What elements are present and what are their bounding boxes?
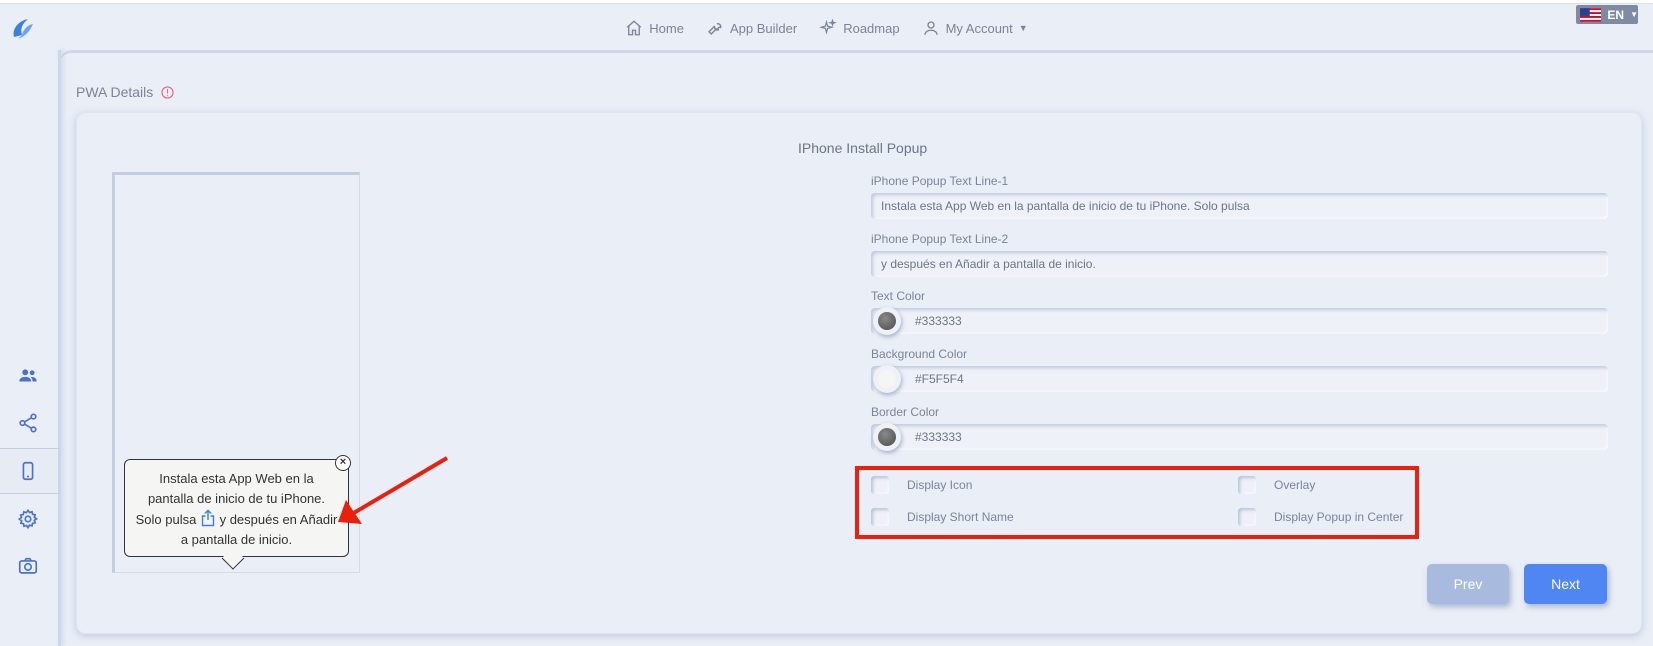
checkbox[interactable] [1238, 508, 1256, 526]
mobile-icon [22, 461, 34, 481]
sidebar-item-settings[interactable] [17, 508, 39, 530]
overlay-label: Overlay [1274, 478, 1316, 492]
display-center-checkbox[interactable]: Display Popup in Center [1238, 508, 1403, 526]
info-icon[interactable] [161, 85, 174, 99]
section-title: PWA Details [76, 84, 174, 100]
users-icon [19, 369, 37, 382]
camera-icon [18, 557, 38, 574]
line2-label: iPhone Popup Text Line-2 [871, 232, 1009, 246]
checkbox[interactable] [871, 508, 889, 526]
top-navigation: Home App Builder Roadmap My Account ▼ [0, 17, 1653, 39]
language-code: EN [1607, 7, 1625, 22]
user-icon [923, 21, 938, 35]
display-center-label: Display Popup in Center [1274, 510, 1404, 524]
nav-my-account[interactable]: My Account ▼ [922, 17, 1028, 39]
line1-label: iPhone Popup Text Line-1 [871, 174, 1009, 188]
sidebar-item-users[interactable] [17, 365, 39, 387]
nav-roadmap-label: Roadmap [843, 20, 900, 36]
sparkles-icon [819, 19, 838, 35]
home-icon [627, 20, 642, 36]
nav-roadmap[interactable]: Roadmap [819, 17, 900, 39]
gear-icon [17, 508, 39, 530]
sidebar-divider [58, 50, 61, 646]
next-button[interactable]: Next [1524, 564, 1607, 604]
us-flag-icon [1580, 7, 1602, 22]
display-icon-checkbox[interactable]: Display Icon [871, 476, 972, 494]
text-color-input[interactable] [871, 308, 1608, 334]
checkbox[interactable] [871, 476, 889, 494]
bg-color-input[interactable] [871, 366, 1608, 392]
page-title: PWA Details [76, 84, 154, 100]
nav-app-builder[interactable]: App Builder [706, 17, 797, 39]
share-icon [19, 413, 37, 433]
prev-button[interactable]: Prev [1427, 564, 1509, 604]
text-color-label: Text Color [871, 289, 926, 303]
display-short-name-checkbox[interactable]: Display Short Name [871, 508, 1014, 526]
line1-input[interactable] [871, 193, 1608, 219]
line2-input[interactable] [871, 251, 1608, 277]
chevron-down-icon: ▼ [1018, 23, 1028, 33]
text-color-swatch[interactable] [873, 307, 901, 335]
bg-color-label: Background Color [871, 347, 968, 361]
wrench-icon [708, 23, 722, 35]
sidebar-item-mobile[interactable] [17, 460, 39, 482]
sidebar-item-camera[interactable] [17, 555, 39, 577]
ios-share-icon [201, 509, 215, 527]
nav-home-label: Home [649, 20, 684, 36]
checkbox[interactable] [1238, 476, 1256, 494]
annotation-arrow [338, 456, 449, 524]
chevron-down-icon: ▼ [1630, 10, 1638, 19]
border-color-swatch[interactable] [873, 423, 901, 451]
language-selector[interactable]: EN ▼ [1576, 5, 1638, 24]
nav-app-builder-label: App Builder [729, 20, 798, 36]
overlay-checkbox[interactable]: Overlay [1238, 476, 1315, 494]
border-color-input[interactable] [871, 424, 1608, 450]
card-title: IPhone Install Popup [798, 140, 928, 156]
top-bar [0, 0, 1653, 4]
border-color-label: Border Color [871, 405, 940, 419]
display-icon-label: Display Icon [907, 478, 973, 492]
sidebar-item-share[interactable] [17, 412, 39, 434]
nav-home[interactable]: Home [625, 17, 684, 39]
nav-my-account-label: My Account [945, 20, 1013, 36]
install-popup-preview: Instala esta App Web en la pantalla de i… [124, 459, 349, 557]
display-short-name-label: Display Short Name [907, 510, 1014, 524]
bg-color-swatch[interactable] [873, 365, 901, 393]
